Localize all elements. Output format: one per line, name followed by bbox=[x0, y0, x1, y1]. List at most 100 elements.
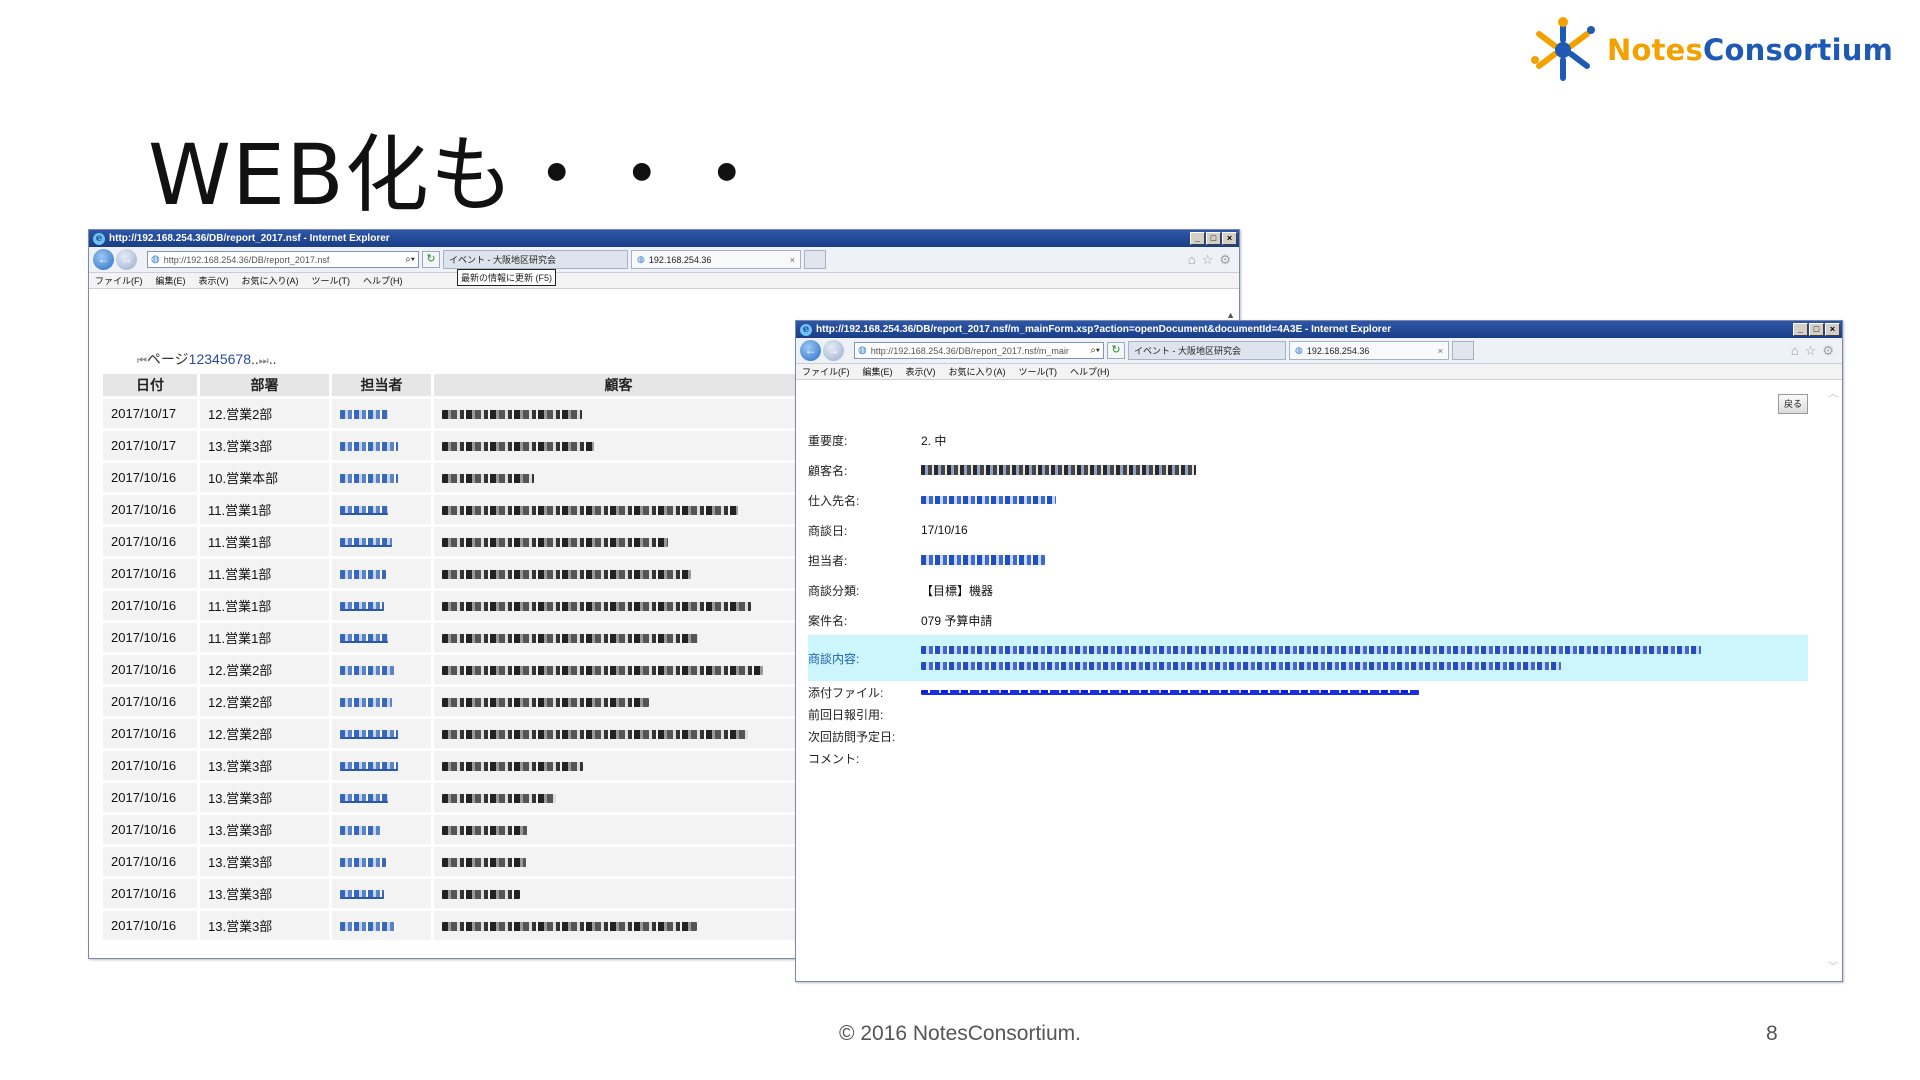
minimize-button[interactable]: _ bbox=[1190, 232, 1205, 245]
cell-rep[interactable] bbox=[329, 719, 431, 748]
table-row[interactable]: 2017/10/16 11.営業1部 bbox=[103, 591, 803, 620]
redacted-rep[interactable] bbox=[340, 666, 394, 676]
menu-help[interactable]: ヘルプ(H) bbox=[363, 274, 403, 287]
table-row[interactable]: 2017/10/16 12.営業2部 bbox=[103, 719, 803, 748]
cell-rep[interactable] bbox=[329, 591, 431, 620]
cell-rep[interactable] bbox=[329, 783, 431, 812]
attachment-link[interactable] bbox=[921, 689, 1419, 695]
cell-rep[interactable] bbox=[329, 623, 431, 652]
table-row[interactable]: 2017/10/17 13.営業3部 bbox=[103, 431, 803, 460]
cell-rep[interactable] bbox=[329, 655, 431, 684]
table-row[interactable]: 2017/10/16 10.営業本部 bbox=[103, 463, 803, 492]
table-row[interactable]: 2017/10/16 13.営業3部 bbox=[103, 879, 803, 908]
redacted-rep[interactable] bbox=[340, 602, 384, 612]
redacted-rep[interactable] bbox=[340, 538, 392, 548]
cell-rep[interactable] bbox=[329, 463, 431, 492]
close-button[interactable]: × bbox=[1222, 232, 1237, 245]
menu-tools[interactable]: ツール(T) bbox=[1019, 365, 1058, 378]
redacted-rep[interactable] bbox=[340, 410, 388, 420]
cell-rep[interactable] bbox=[329, 495, 431, 524]
close-button[interactable]: × bbox=[1825, 323, 1840, 336]
new-tab-button[interactable] bbox=[1452, 341, 1474, 360]
menu-view[interactable]: 表示(V) bbox=[199, 274, 229, 287]
cell-rep[interactable] bbox=[329, 559, 431, 588]
redacted-rep[interactable] bbox=[340, 506, 388, 516]
maximize-button[interactable]: □ bbox=[1809, 323, 1824, 336]
table-row[interactable]: 2017/10/16 12.営業2部 bbox=[103, 687, 803, 716]
back-nav-button[interactable]: ← bbox=[800, 340, 821, 361]
menu-favorites[interactable]: お気に入り(A) bbox=[242, 274, 299, 287]
page-link-8[interactable]: 8 bbox=[243, 351, 251, 367]
page-link-3[interactable]: 3 bbox=[204, 351, 212, 367]
tab-close-icon[interactable]: × bbox=[1438, 346, 1443, 356]
home-icon[interactable]: ⌂ bbox=[1791, 343, 1799, 359]
next-page-icon[interactable]: ⏭ bbox=[259, 355, 269, 367]
redacted-rep[interactable] bbox=[340, 858, 386, 868]
menu-edit[interactable]: 編集(E) bbox=[156, 274, 186, 287]
col-header-dept[interactable]: 部署 bbox=[197, 374, 329, 396]
menu-help[interactable]: ヘルプ(H) bbox=[1070, 365, 1110, 378]
tab-active[interactable]: ◍ 192.168.254.36 × bbox=[631, 250, 801, 269]
col-header-rep[interactable]: 担当者 bbox=[329, 374, 431, 396]
cell-rep[interactable] bbox=[329, 431, 431, 460]
search-icon[interactable]: ⌕▾ bbox=[1090, 345, 1100, 356]
cell-rep[interactable] bbox=[329, 399, 431, 428]
back-nav-button[interactable]: ← bbox=[93, 249, 114, 270]
redacted-rep[interactable] bbox=[340, 474, 398, 484]
redacted-rep[interactable] bbox=[340, 730, 398, 740]
cell-rep[interactable] bbox=[329, 751, 431, 780]
tab-event[interactable]: イベント - 大阪地区研究会 bbox=[443, 250, 628, 269]
menu-tools[interactable]: ツール(T) bbox=[312, 274, 351, 287]
col-header-date[interactable]: 日付 bbox=[103, 374, 197, 396]
refresh-button[interactable]: ↻ bbox=[1107, 342, 1125, 359]
table-row[interactable]: 2017/10/16 13.営業3部 bbox=[103, 911, 803, 940]
redacted-rep[interactable] bbox=[340, 762, 398, 772]
redacted-rep[interactable] bbox=[340, 698, 392, 708]
redacted-rep[interactable] bbox=[340, 890, 384, 900]
table-row[interactable]: 2017/10/16 13.営業3部 bbox=[103, 847, 803, 876]
cell-rep[interactable] bbox=[329, 879, 431, 908]
first-page-icon[interactable]: ⏮ bbox=[137, 355, 147, 367]
forward-nav-button[interactable]: → bbox=[823, 340, 844, 361]
favorites-star-icon[interactable]: ☆ bbox=[1805, 343, 1817, 359]
menu-edit[interactable]: 編集(E) bbox=[863, 365, 893, 378]
tab-event[interactable]: イベント - 大阪地区研究会 bbox=[1128, 341, 1286, 360]
redacted-rep[interactable] bbox=[340, 570, 386, 580]
table-row[interactable]: 2017/10/16 12.営業2部 bbox=[103, 655, 803, 684]
forward-nav-button[interactable]: → bbox=[116, 249, 137, 270]
scroll-up-icon[interactable]: ▲ bbox=[1226, 310, 1235, 320]
tab-active[interactable]: ◍ 192.168.254.36 × bbox=[1289, 341, 1449, 360]
cell-rep[interactable] bbox=[329, 847, 431, 876]
maximize-button[interactable]: □ bbox=[1206, 232, 1221, 245]
page-link-5[interactable]: 5 bbox=[220, 351, 228, 367]
redacted-rep[interactable] bbox=[340, 634, 388, 644]
scroll-up-icon[interactable]: ︿ bbox=[1828, 389, 1838, 400]
address-bar[interactable]: ◍ http://192.168.254.36/DB/report_2017.n… bbox=[147, 251, 419, 268]
table-row[interactable]: 2017/10/16 11.営業1部 bbox=[103, 527, 803, 556]
redacted-rep[interactable] bbox=[340, 794, 388, 804]
minimize-button[interactable]: _ bbox=[1793, 323, 1808, 336]
redacted-rep[interactable] bbox=[340, 922, 396, 932]
cell-rep[interactable] bbox=[329, 815, 431, 844]
cell-rep[interactable] bbox=[329, 911, 431, 940]
back-button[interactable]: 戻る bbox=[1778, 394, 1808, 414]
vertical-scrollbar[interactable]: ︿ ﹀ bbox=[1828, 385, 1838, 973]
page-link-4[interactable]: 4 bbox=[212, 351, 220, 367]
tab-close-icon[interactable]: × bbox=[790, 255, 795, 265]
menu-file[interactable]: ファイル(F) bbox=[95, 274, 143, 287]
address-bar[interactable]: ◍ http://192.168.254.36/DB/report_2017.n… bbox=[854, 342, 1104, 359]
search-icon[interactable]: ⌕▾ bbox=[405, 254, 415, 265]
settings-gear-icon[interactable]: ⚙ bbox=[1822, 343, 1834, 359]
table-row[interactable]: 2017/10/16 13.営業3部 bbox=[103, 815, 803, 844]
home-icon[interactable]: ⌂ bbox=[1188, 252, 1196, 268]
refresh-button[interactable]: ↻ bbox=[422, 251, 440, 268]
menu-favorites[interactable]: お気に入り(A) bbox=[949, 365, 1006, 378]
menu-view[interactable]: 表示(V) bbox=[906, 365, 936, 378]
favorites-star-icon[interactable]: ☆ bbox=[1202, 252, 1214, 268]
scroll-down-icon[interactable]: ﹀ bbox=[1828, 958, 1838, 973]
table-row[interactable]: 2017/10/16 11.営業1部 bbox=[103, 495, 803, 524]
cell-rep[interactable] bbox=[329, 687, 431, 716]
table-row[interactable]: 2017/10/17 12.営業2部 bbox=[103, 399, 803, 428]
table-row[interactable]: 2017/10/16 13.営業3部 bbox=[103, 783, 803, 812]
redacted-rep[interactable] bbox=[340, 826, 380, 836]
